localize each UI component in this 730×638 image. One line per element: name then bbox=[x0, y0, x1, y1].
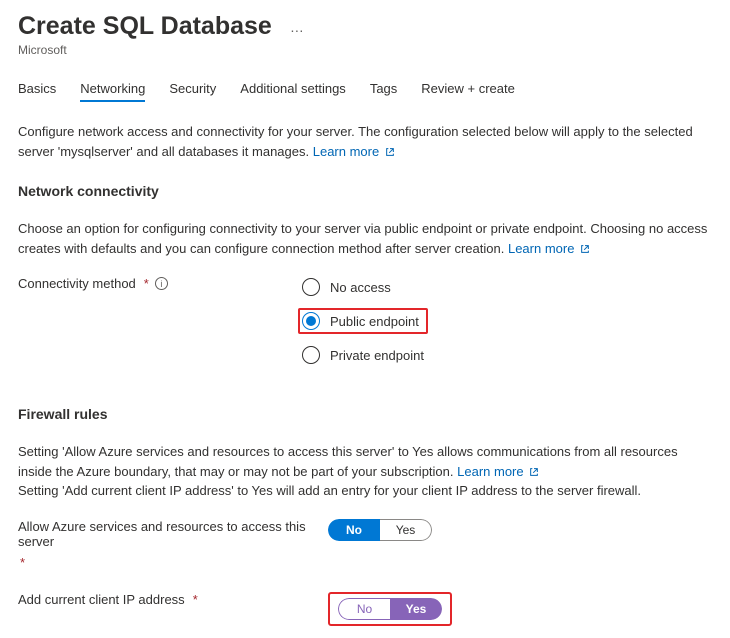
external-link-icon bbox=[385, 143, 395, 153]
page-subtitle: Microsoft bbox=[18, 43, 712, 57]
required-indicator: * bbox=[193, 592, 198, 607]
radio-icon bbox=[302, 312, 320, 330]
page-title: Create SQL Database … bbox=[18, 12, 712, 41]
intro-text: Configure network access and connectivit… bbox=[18, 122, 712, 161]
firewall-learn-more-text: Learn more bbox=[457, 464, 523, 479]
connectivity-desc-text: Choose an option for configuring connect… bbox=[18, 221, 707, 256]
tab-tags[interactable]: Tags bbox=[370, 81, 397, 102]
tab-review-create[interactable]: Review + create bbox=[421, 81, 515, 102]
radio-icon bbox=[302, 346, 320, 364]
connectivity-method-radios: No access Public endpoint Private endpoi… bbox=[298, 276, 428, 366]
network-connectivity-heading: Network connectivity bbox=[18, 183, 712, 199]
firewall-desc: Setting 'Allow Azure services and resour… bbox=[18, 442, 712, 501]
radio-public-endpoint[interactable]: Public endpoint bbox=[298, 308, 428, 334]
radio-private-endpoint-label: Private endpoint bbox=[330, 348, 424, 363]
info-icon[interactable]: i bbox=[155, 277, 168, 290]
firewall-learn-more-link[interactable]: Learn more bbox=[457, 464, 539, 479]
page-title-text: Create SQL Database bbox=[18, 12, 272, 41]
allow-azure-label: Allow Azure services and resources to ac… bbox=[18, 519, 328, 570]
more-icon[interactable]: … bbox=[290, 19, 306, 35]
radio-public-endpoint-label: Public endpoint bbox=[330, 314, 419, 329]
required-indicator: * bbox=[144, 276, 149, 291]
add-ip-highlight: No Yes bbox=[328, 592, 452, 626]
tab-security[interactable]: Security bbox=[169, 81, 216, 102]
connectivity-learn-more-text: Learn more bbox=[508, 241, 574, 256]
connectivity-method-label-text: Connectivity method bbox=[18, 276, 136, 291]
radio-no-access-label: No access bbox=[330, 280, 391, 295]
firewall-desc1: Setting 'Allow Azure services and resour… bbox=[18, 444, 678, 479]
connectivity-method-label: Connectivity method * i bbox=[18, 276, 298, 291]
external-link-icon bbox=[580, 240, 590, 250]
radio-icon bbox=[302, 278, 320, 296]
firewall-rules-heading: Firewall rules bbox=[18, 406, 712, 422]
allow-azure-toggle[interactable]: No Yes bbox=[328, 519, 432, 541]
required-indicator: * bbox=[20, 555, 25, 570]
allow-azure-yes[interactable]: Yes bbox=[380, 519, 432, 541]
intro-learn-more-link[interactable]: Learn more bbox=[313, 144, 395, 159]
add-ip-label-text: Add current client IP address bbox=[18, 592, 185, 607]
firewall-desc2: Setting 'Add current client IP address' … bbox=[18, 483, 641, 498]
radio-no-access[interactable]: No access bbox=[298, 276, 428, 298]
add-ip-label: Add current client IP address * bbox=[18, 592, 328, 607]
tab-additional-settings[interactable]: Additional settings bbox=[240, 81, 346, 102]
external-link-icon bbox=[529, 463, 539, 473]
allow-azure-no[interactable]: No bbox=[328, 519, 380, 541]
add-ip-no[interactable]: No bbox=[338, 598, 390, 620]
connectivity-desc: Choose an option for configuring connect… bbox=[18, 219, 712, 258]
tab-basics[interactable]: Basics bbox=[18, 81, 56, 102]
intro-learn-more-text: Learn more bbox=[313, 144, 379, 159]
radio-private-endpoint[interactable]: Private endpoint bbox=[298, 344, 428, 366]
tab-networking[interactable]: Networking bbox=[80, 81, 145, 102]
connectivity-learn-more-link[interactable]: Learn more bbox=[508, 241, 590, 256]
add-ip-yes[interactable]: Yes bbox=[390, 598, 442, 620]
tab-bar: Basics Networking Security Additional se… bbox=[18, 81, 712, 102]
add-ip-toggle[interactable]: No Yes bbox=[338, 598, 442, 620]
allow-azure-label-text: Allow Azure services and resources to ac… bbox=[18, 519, 328, 549]
